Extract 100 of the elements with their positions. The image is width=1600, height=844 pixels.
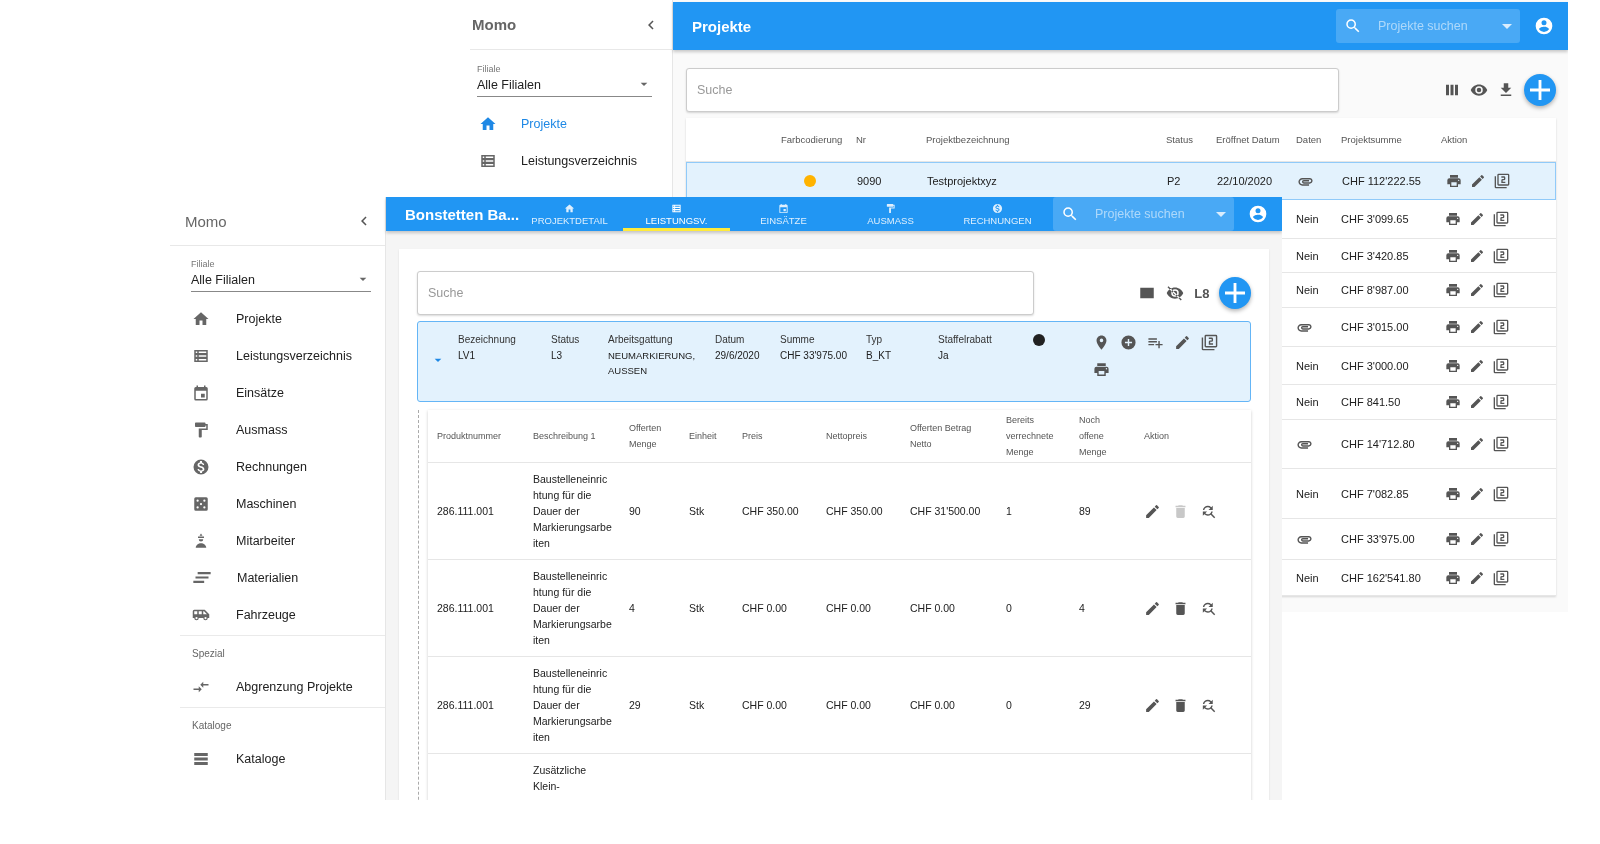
edit-icon[interactable] — [1469, 211, 1485, 227]
nav-item[interactable]: Fahrzeuge — [170, 596, 385, 633]
copies-icon[interactable] — [1493, 282, 1509, 298]
edit-icon[interactable] — [1144, 502, 1161, 520]
edit-icon[interactable] — [1469, 357, 1485, 374]
edit-icon[interactable] — [1469, 247, 1485, 264]
table-cell-text: CHF 3'015.00 — [1341, 321, 1410, 333]
copies-icon[interactable] — [1493, 569, 1509, 586]
search-icon — [1344, 17, 1362, 35]
copies-icon[interactable] — [1493, 247, 1509, 264]
branch-select[interactable]: Filiale Alle Filialen — [191, 259, 371, 292]
nav-item[interactable]: Projekte — [470, 105, 672, 142]
edit-icon[interactable] — [1469, 319, 1485, 335]
column-header: Preis — [742, 430, 764, 443]
table-cell-text: 4 — [1079, 602, 1086, 614]
table-cell-text: 4 — [629, 602, 636, 614]
edit-icon[interactable] — [1469, 569, 1485, 586]
nav-item[interactable]: Leistungsverzeichnis — [470, 142, 672, 179]
print-icon[interactable] — [1445, 211, 1461, 227]
column-header: Produktnummer — [437, 430, 503, 443]
table-cell: Nein — [1296, 487, 1319, 500]
nav-item[interactable]: Projekte — [170, 300, 385, 337]
nav-item[interactable]: Maschinen — [170, 485, 385, 522]
field-value: NEUMARKIERUNG, AUSSEN — [608, 349, 697, 378]
nav-item[interactable]: Ausmass — [170, 411, 385, 448]
table-cell: 22/10/2020 — [1217, 175, 1273, 187]
dollar-icon — [192, 457, 210, 476]
add-button[interactable] — [1524, 74, 1556, 106]
table-cell: Nein — [1296, 249, 1319, 262]
nav-item[interactable]: Abgrenzung Projekte — [170, 668, 385, 705]
lv-panel[interactable]: Bezeichnung LV1 Status L3 Arbeitsgattung NEUMARKIERUNG, AUSSEN Datum 29/6/2020 Summe CHF 33'975.00 Typ B_KT Staffelrabatt Ja — [417, 321, 1251, 402]
column-header: Eröffnet Datum — [1216, 132, 1281, 147]
account-icon[interactable] — [1534, 16, 1554, 36]
edit-icon[interactable] — [1144, 599, 1161, 617]
print-icon[interactable] — [1445, 357, 1461, 374]
table-cell-text: CHF 0.00 — [910, 602, 956, 614]
print-icon[interactable] — [1093, 361, 1110, 378]
search-field[interactable]: Suche — [686, 68, 1339, 112]
table-cell-text: 89 — [1079, 505, 1092, 517]
table-row[interactable]: 9090 Testprojektxyz P2 22/10/2020 CHF 112'222.55 — [686, 162, 1556, 200]
column-header: Projektsumme — [1341, 132, 1403, 147]
table-cell: Testprojektxyz — [927, 175, 997, 187]
search-field[interactable]: Suche — [417, 271, 1035, 315]
print-icon[interactable] — [1445, 247, 1461, 264]
edit-icon[interactable] — [1469, 436, 1485, 452]
nav-item[interactable]: Rechnungen — [170, 448, 385, 485]
table-cell: Nein — [1296, 359, 1319, 372]
copies-icon[interactable] — [1201, 334, 1218, 351]
edit-icon[interactable] — [1469, 394, 1485, 410]
dice-icon — [192, 494, 210, 513]
column-header: Aktion — [1144, 430, 1170, 443]
table-cell-text: Baustelleneinrichtung für die Dauer der Markierungsarbeiten — [533, 569, 613, 648]
sidebar-title: Momo — [472, 16, 517, 33]
print-icon[interactable] — [1446, 173, 1462, 189]
edit-icon[interactable] — [1470, 173, 1486, 189]
copies-icon[interactable] — [1493, 531, 1509, 547]
nav-item[interactable]: Einsätze — [170, 374, 385, 411]
list-icon — [671, 202, 682, 214]
branch-select[interactable]: Filiale Alle Filialen — [477, 64, 652, 97]
copies-icon[interactable] — [1494, 173, 1510, 189]
status-dot — [1033, 334, 1045, 346]
table-cell-text: CHF 3'099.65 — [1341, 213, 1410, 225]
table-cell: 9090 — [857, 175, 882, 187]
edit-icon[interactable] — [1469, 531, 1485, 547]
edit-icon[interactable] — [1469, 282, 1485, 298]
field-label: Arbeitsgattung — [608, 334, 674, 345]
table-cell: Nein — [1296, 284, 1319, 296]
copies-icon[interactable] — [1493, 436, 1509, 452]
eye-icon[interactable] — [1470, 81, 1488, 99]
nav-item[interactable]: Materialien — [170, 559, 385, 596]
home-icon — [564, 202, 575, 214]
eye-off-icon[interactable] — [1166, 284, 1185, 302]
copies-icon[interactable] — [1493, 394, 1509, 410]
table-cell-text: 286.111.001 — [437, 602, 495, 614]
edit-icon[interactable] — [1174, 334, 1191, 351]
copies-icon[interactable] — [1493, 485, 1509, 502]
column-header: Offerten Betrag Netto — [910, 422, 973, 451]
dollar-icon — [992, 202, 1003, 214]
print-icon[interactable] — [1445, 531, 1461, 547]
print-icon[interactable] — [1445, 319, 1461, 335]
table-cell-text: 286.111.001 — [437, 505, 495, 517]
copies-icon[interactable] — [1493, 357, 1509, 374]
print-icon[interactable] — [1445, 394, 1461, 410]
add-button[interactable] — [1219, 277, 1251, 309]
table-cell-text: CHF 0.00 — [742, 602, 788, 614]
print-icon[interactable] — [1445, 436, 1461, 452]
print-icon[interactable] — [1445, 485, 1461, 502]
edit-icon[interactable] — [1144, 696, 1161, 714]
nav-item[interactable]: Mitarbeiter — [170, 522, 385, 559]
copies-icon[interactable] — [1493, 319, 1509, 335]
nav-item[interactable]: Leistungsverzeichnis — [170, 337, 385, 374]
print-icon[interactable] — [1445, 282, 1461, 298]
sidebar-title: Momo — [185, 212, 227, 230]
edit-icon[interactable] — [1469, 485, 1485, 502]
account-icon[interactable] — [1248, 204, 1268, 224]
nav-item[interactable]: Kataloge — [170, 740, 385, 777]
lines-icon — [193, 571, 211, 584]
field-label: Status — [551, 334, 581, 345]
copies-icon[interactable] — [1493, 211, 1509, 227]
print-icon[interactable] — [1445, 569, 1461, 586]
